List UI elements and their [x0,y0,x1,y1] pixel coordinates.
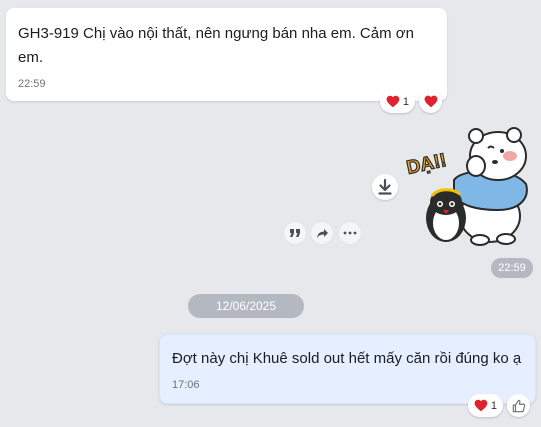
incoming-message[interactable]: GH3-919 Chị vào nội thất, nên ngưng bán … [6,8,447,101]
quote-icon [290,229,300,237]
like-button[interactable] [507,394,530,417]
thumbs-up-icon [512,399,525,412]
reaction-summary[interactable]: 1 [380,90,415,113]
forward-button[interactable] [310,221,334,245]
more-icon [343,231,357,235]
reaction-count: 1 [402,95,409,108]
heart-icon [386,95,400,108]
sticker-time: 22:59 [491,258,533,278]
heart-icon [424,95,437,108]
more-button[interactable] [338,221,362,245]
forward-icon [316,228,328,238]
message-text: Đợt này chị Khuê sold out hết mấy căn rồ… [172,350,522,367]
message-time: 17:06 [172,379,200,391]
download-button[interactable] [372,174,398,200]
reaction-summary[interactable]: 1 [468,394,503,417]
heart-icon [474,399,488,412]
reaction-count: 1 [490,399,497,412]
quote-button[interactable] [283,221,307,245]
download-icon [378,179,392,195]
react-button[interactable] [419,90,442,113]
message-text: GH3-919 Chị vào nội thất, nên ngưng bán … [18,25,414,66]
bear-penguin-sticker[interactable]: DẠ!! [402,118,537,248]
date-separator: 12/06/2025 [188,294,304,318]
message-time: 22:59 [18,78,46,90]
sticker-text: DẠ!! [405,150,449,179]
